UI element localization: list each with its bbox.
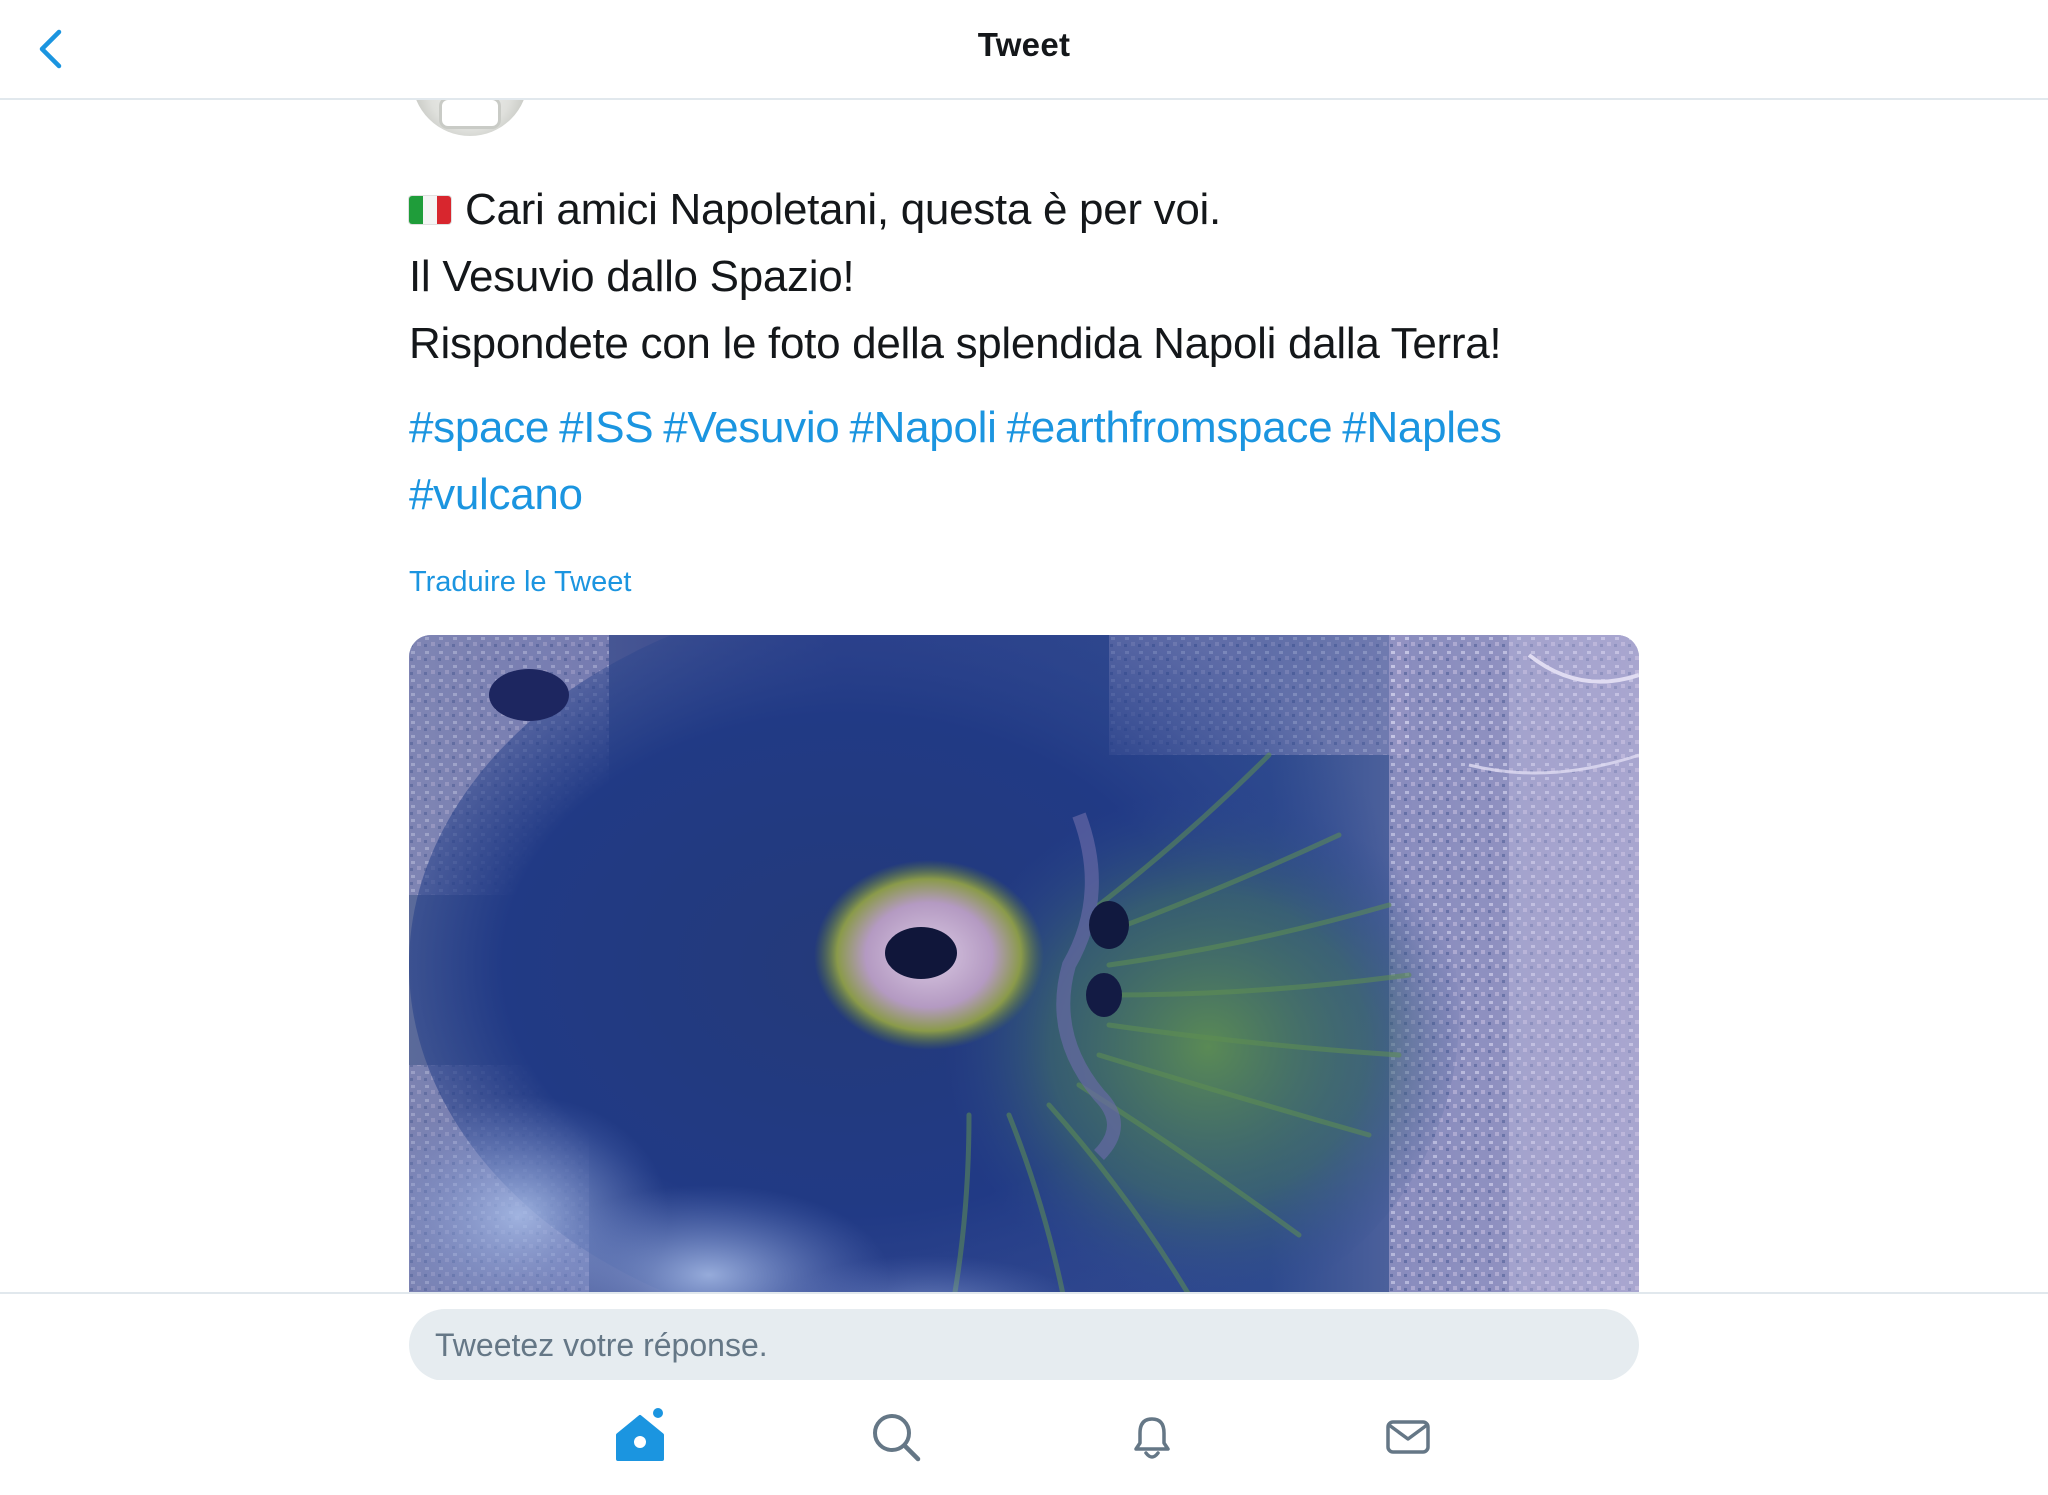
tab-notifications[interactable] bbox=[1112, 1402, 1192, 1472]
mail-icon bbox=[1386, 1420, 1430, 1454]
tweet-line-text: Rispondete con le foto della splendida N… bbox=[409, 319, 1502, 368]
top-nav-bar: Tweet bbox=[0, 0, 2048, 100]
reply-input[interactable] bbox=[409, 1309, 1639, 1381]
translate-tweet-link[interactable]: Traduire le Tweet bbox=[409, 566, 631, 599]
hashtag-link[interactable]: #space bbox=[409, 394, 549, 461]
tab-search[interactable] bbox=[856, 1402, 936, 1472]
hashtag-list: #space #ISS #Vesuvio #Napoli #earthfromspace… bbox=[409, 394, 1669, 528]
tweet-line: Il Vesuvio dallo Spazio! bbox=[409, 243, 1709, 310]
tab-messages[interactable] bbox=[1368, 1402, 1448, 1472]
hashtag-link[interactable]: #earthfromspace bbox=[1007, 394, 1333, 461]
tweet-line: Rispondete con le foto della splendida N… bbox=[409, 310, 1709, 377]
hashtag-link[interactable]: #vulcano bbox=[409, 461, 583, 528]
tweet-text: Cari amici Napoletani, questa è per voi.… bbox=[409, 176, 1709, 377]
hashtag-link[interactable]: #Vesuvio bbox=[663, 394, 839, 461]
avatar-image-detail bbox=[442, 100, 498, 126]
hashtag-link[interactable]: #Napoli bbox=[849, 394, 996, 461]
avatar[interactable] bbox=[412, 100, 528, 136]
page-title: Tweet bbox=[977, 26, 1071, 63]
tweet-line-text: Cari amici Napoletani, questa è per voi. bbox=[465, 185, 1221, 234]
tweet-line: Cari amici Napoletani, questa è per voi. bbox=[409, 176, 1709, 243]
italy-flag-icon bbox=[409, 195, 451, 224]
tweet-content: Cari amici Napoletani, questa è per voi.… bbox=[0, 100, 2048, 1292]
tweet-detail-screen: Tweet Cari amici Napoletani, questa è pe… bbox=[0, 0, 2048, 1495]
bell-icon bbox=[1134, 1417, 1170, 1459]
tweet-line-text: Il Vesuvio dallo Spazio! bbox=[409, 252, 855, 301]
search-icon bbox=[873, 1414, 921, 1462]
reply-bar bbox=[0, 1292, 2048, 1382]
hashtag-link[interactable]: #Naples bbox=[1342, 394, 1502, 461]
hashtag-link[interactable]: #ISS bbox=[559, 394, 654, 461]
bottom-tab-bar bbox=[0, 1380, 2048, 1495]
home-icon bbox=[616, 1408, 664, 1461]
tweet-media-image[interactable] bbox=[409, 635, 1639, 1292]
vesuvius-satellite-photo bbox=[409, 635, 1639, 1292]
tab-home[interactable] bbox=[600, 1402, 680, 1472]
